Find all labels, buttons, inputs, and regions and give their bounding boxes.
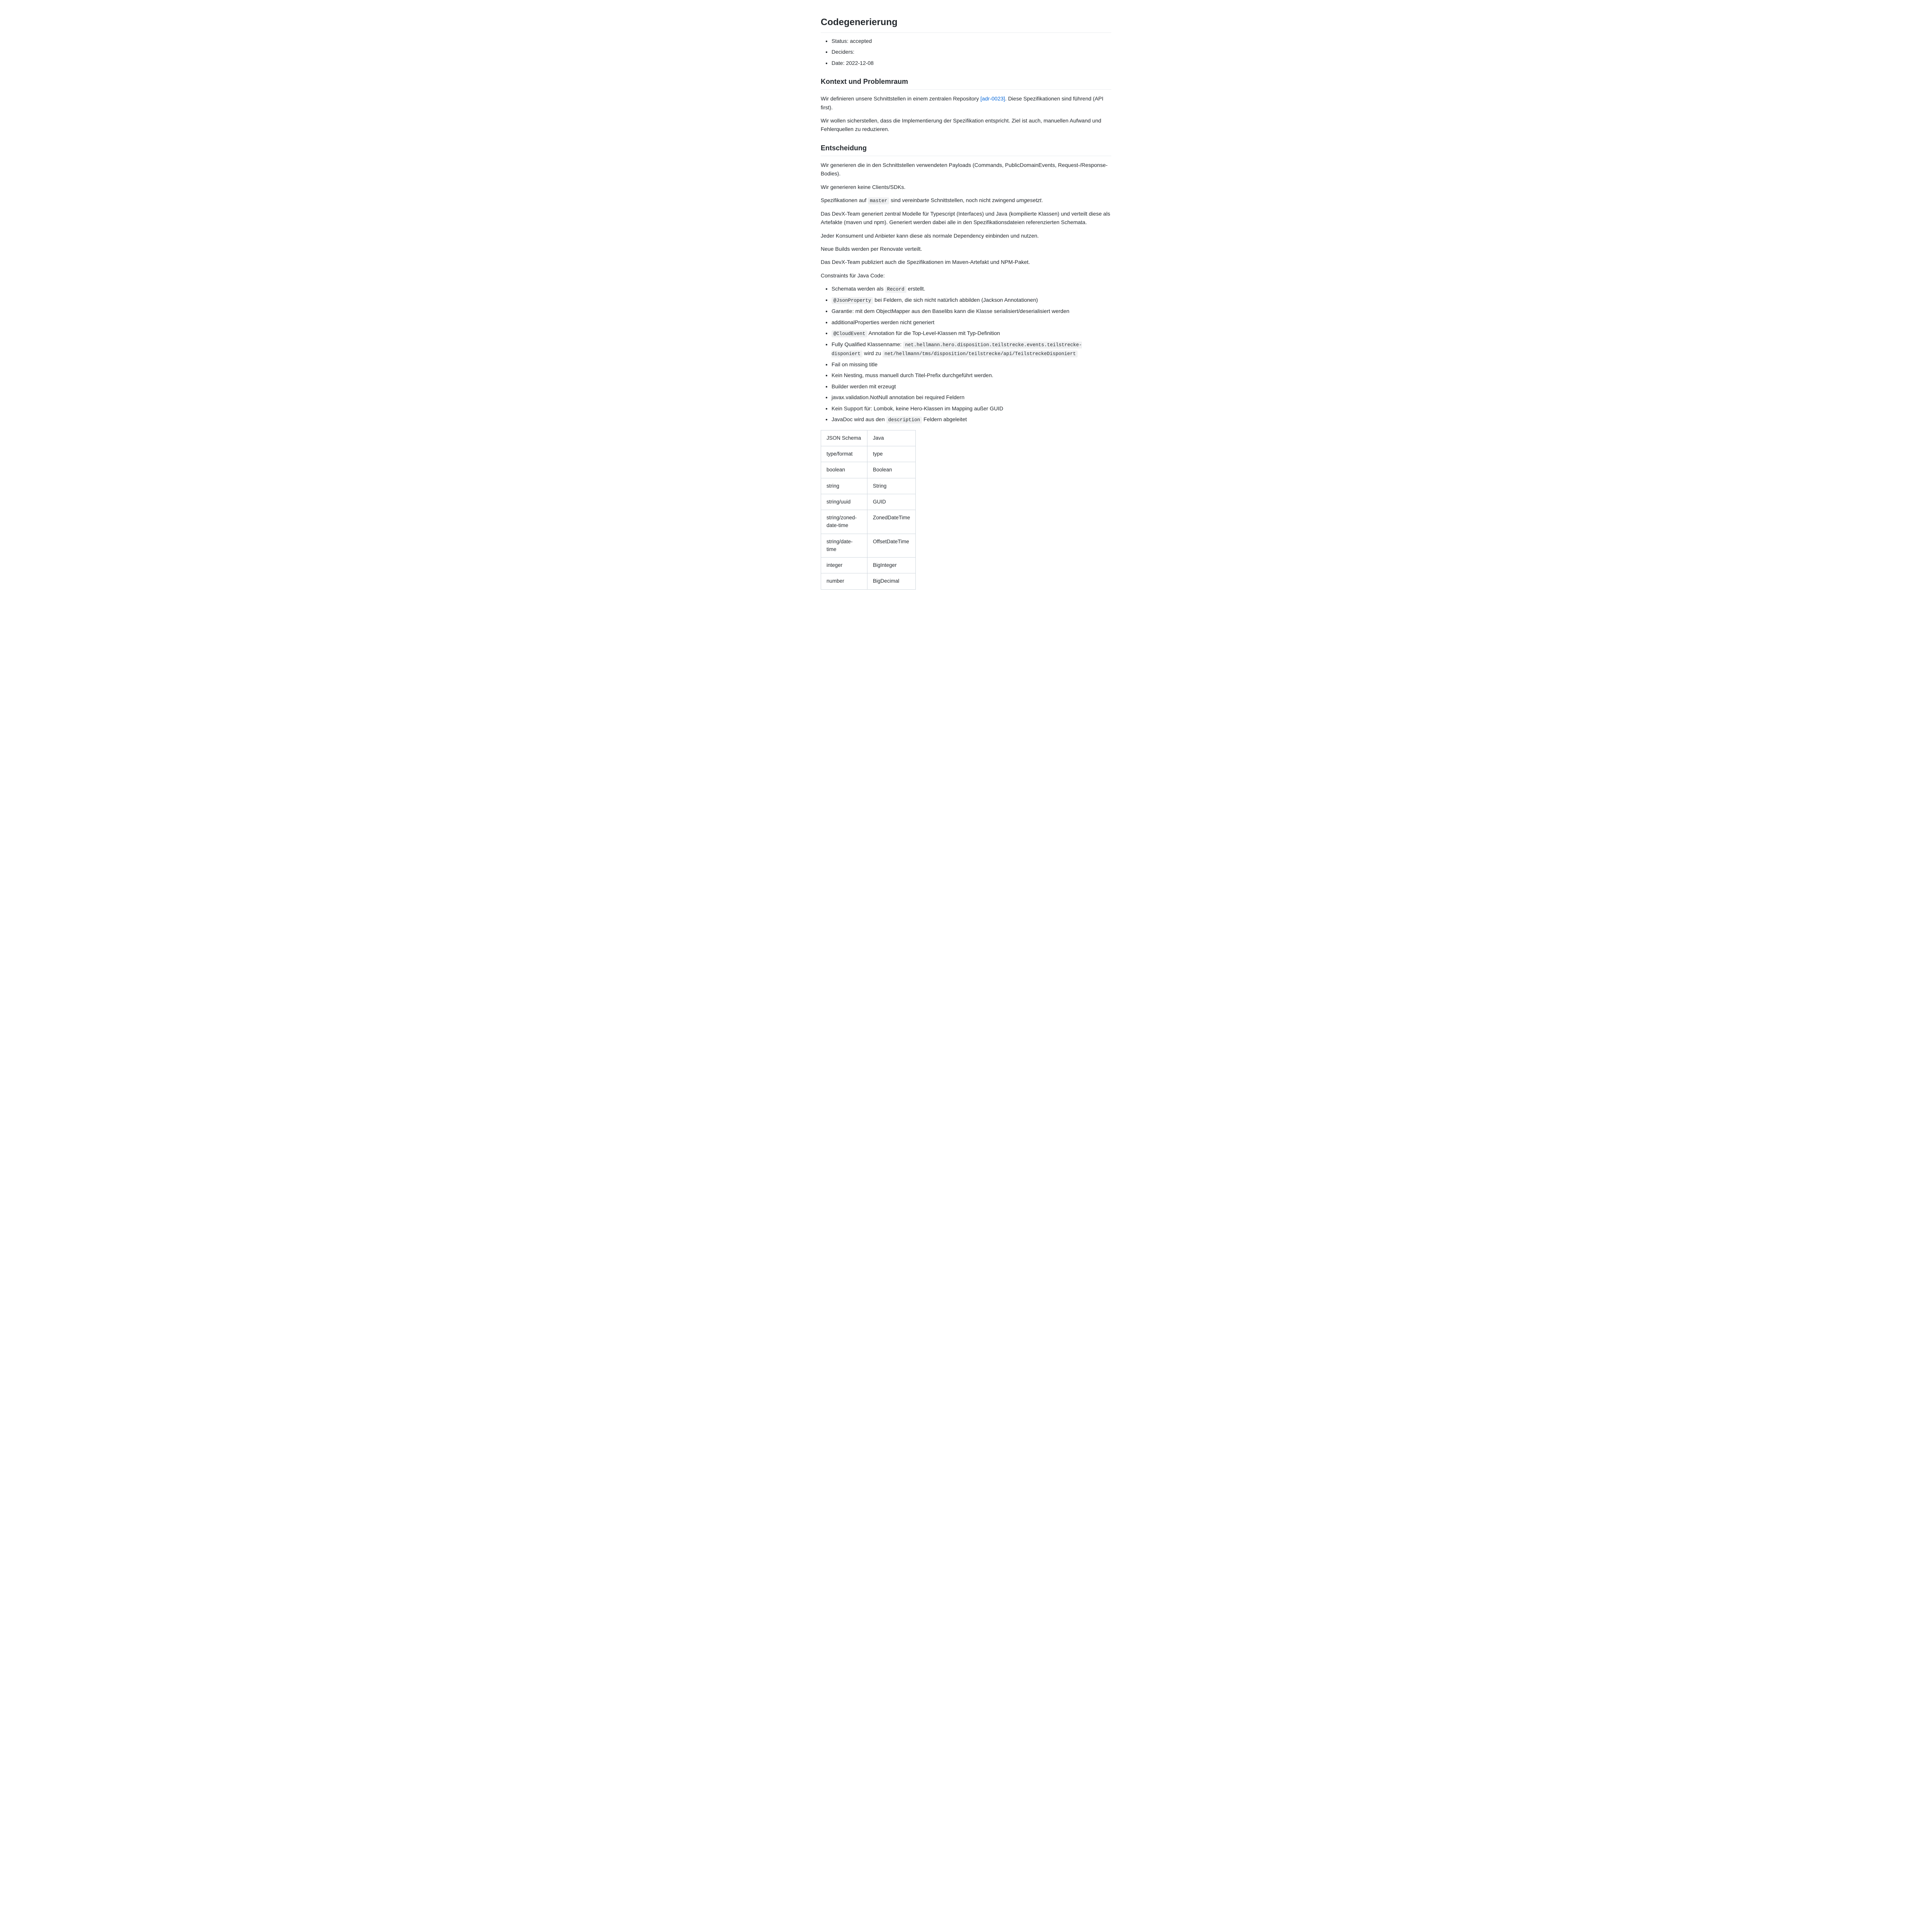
decision-p8: Constraints für Java Code: [821, 271, 1111, 280]
constraint-additionalprops: additionalProperties werden nicht generi… [832, 318, 1111, 327]
adr-link[interactable]: [adr-0023] [980, 95, 1005, 102]
table-row: string/zoned-date-time ZonedDateTime [821, 510, 916, 534]
table-row: string/date-time OffsetDateTime [821, 534, 916, 558]
cell-jsonschema: string/uuid [821, 494, 867, 510]
constraint-fqcn: Fully Qualified Klassenname: net.hellman… [832, 340, 1111, 358]
decision-p3b: sind [889, 197, 902, 203]
table-header-jsonschema: JSON Schema [821, 430, 867, 446]
constraint-record-b: erstellt. [906, 286, 925, 292]
constraint-objectmapper: Garantie: mit dem ObjectMapper aus den B… [832, 307, 1111, 315]
table-header-java: Java [867, 430, 916, 446]
constraint-builder: Builder werden mit erzeugt [832, 382, 1111, 391]
heading-decision: Entscheidung [821, 143, 1111, 156]
constraint-cloudevent: @CloudEvent Annotation für die Top-Level… [832, 329, 1111, 338]
constraint-javadoc: JavaDoc wird aus den description Feldern… [832, 415, 1111, 424]
constraint-nosupport: Kein Support für: Lombok, keine Hero-Kla… [832, 404, 1111, 413]
constraint-jsonproperty: @JsonProperty bei Feldern, die sich nich… [832, 296, 1111, 304]
decision-p3em2: umgesetzt [1016, 197, 1041, 203]
page-title: Codegenerierung [821, 15, 1111, 33]
cell-java: type [867, 446, 916, 462]
meta-list: Status: accepted Deciders: Date: 2022-12… [821, 37, 1111, 67]
code-record: Record [885, 286, 906, 293]
code-master: master [868, 197, 889, 204]
table-row: integer BigInteger [821, 558, 916, 573]
code-jsonproperty: @JsonProperty [832, 297, 873, 304]
cell-java: Boolean [867, 462, 916, 478]
table-row: type/format type [821, 446, 916, 462]
context-p2: Wir wollen sicherstellen, dass die Imple… [821, 116, 1111, 134]
decision-p5: Jeder Konsument und Anbieter kann diese … [821, 231, 1111, 240]
constraints-list: Schemata werden als Record erstellt. @Js… [821, 284, 1111, 424]
constraint-fqcn-b: wird zu [862, 350, 883, 356]
constraint-cloudevent-b: Annotation für die Top-Level-Klassen mit… [867, 330, 1000, 336]
cell-jsonschema: string/zoned-date-time [821, 510, 867, 534]
code-description: description [886, 417, 922, 423]
context-p1a: Wir definieren unsere Schnittstellen in … [821, 95, 980, 102]
constraint-nesting: Kein Nesting, muss manuell durch Titel-P… [832, 371, 1111, 379]
constraint-notnull: javax.validation.NotNull annotation bei … [832, 393, 1111, 401]
decision-p7: Das DevX-Team publiziert auch die Spezif… [821, 258, 1111, 266]
cell-java: BigDecimal [867, 573, 916, 589]
context-p1: Wir definieren unsere Schnittstellen in … [821, 94, 1111, 112]
code-cloudevent: @CloudEvent [832, 330, 867, 337]
decision-p2: Wir generieren keine Clients/SDKs. [821, 183, 1111, 191]
cell-jsonschema: string/date-time [821, 534, 867, 558]
code-fqcn-dst: net/hellmann/tms/disposition/teilstrecke… [883, 350, 1078, 357]
constraint-record: Schemata werden als Record erstellt. [832, 284, 1111, 293]
meta-deciders: Deciders: [832, 48, 1111, 56]
cell-jsonschema: string [821, 478, 867, 494]
cell-jsonschema: number [821, 573, 867, 589]
decision-p6: Neue Builds werden per Renovate verteilt… [821, 245, 1111, 253]
type-mapping-table: JSON Schema Java type/format type boolea… [821, 430, 916, 590]
cell-java: ZonedDateTime [867, 510, 916, 534]
cell-java: String [867, 478, 916, 494]
decision-p1: Wir generieren die in den Schnittstellen… [821, 161, 1111, 178]
heading-context: Kontext und Problemraum [821, 77, 1111, 90]
table-row: string String [821, 478, 916, 494]
table-header-row: JSON Schema Java [821, 430, 916, 446]
meta-date: Date: 2022-12-08 [832, 59, 1111, 67]
table-row: string/uuid GUID [821, 494, 916, 510]
decision-p3em1: vereinbarte [902, 197, 929, 203]
document-container: Codegenerierung Status: accepted Decider… [821, 0, 1111, 613]
cell-jsonschema: integer [821, 558, 867, 573]
constraint-javadoc-a: JavaDoc wird aus den [832, 416, 886, 422]
cell-jsonschema: boolean [821, 462, 867, 478]
constraint-jsonproperty-b: bei Feldern, die sich nicht natürlich ab… [873, 297, 1038, 303]
table-row: number BigDecimal [821, 573, 916, 589]
decision-p4: Das DevX-Team generiert zentral Modelle … [821, 209, 1111, 227]
constraint-fqcn-a: Fully Qualified Klassenname: [832, 341, 903, 347]
cell-java: GUID [867, 494, 916, 510]
table-row: boolean Boolean [821, 462, 916, 478]
decision-p3a: Spezifikationen auf [821, 197, 868, 203]
constraint-fail-title: Fail on missing title [832, 360, 1111, 369]
cell-jsonschema: type/format [821, 446, 867, 462]
meta-status: Status: accepted [832, 37, 1111, 45]
cell-java: OffsetDateTime [867, 534, 916, 558]
decision-p3: Spezifikationen auf master sind vereinba… [821, 196, 1111, 205]
decision-p3d: . [1041, 197, 1043, 203]
cell-java: BigInteger [867, 558, 916, 573]
constraint-javadoc-b: Feldern abgeleitet [922, 416, 967, 422]
constraint-record-a: Schemata werden als [832, 286, 885, 292]
decision-p3c: Schnittstellen, noch nicht zwingend [929, 197, 1017, 203]
